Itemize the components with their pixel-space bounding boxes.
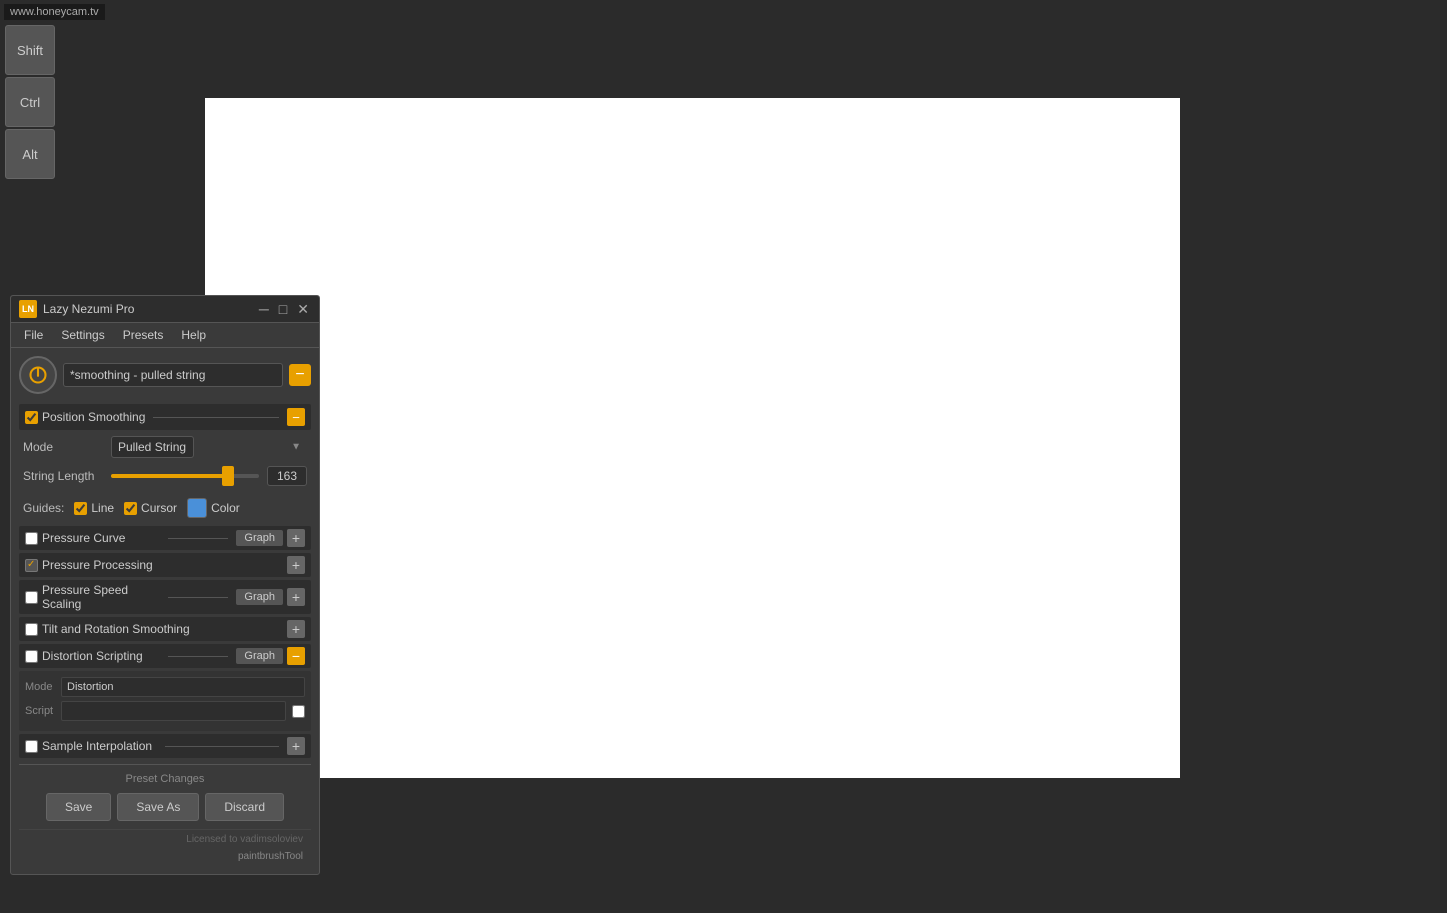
position-smoothing-label: Position Smoothing [42,410,145,424]
distortion-scripting-divider [168,656,228,657]
preset-minus-button[interactable]: − [289,364,311,386]
distortion-script-input[interactable] [61,701,286,721]
string-length-slider[interactable] [111,474,259,478]
tilt-rotation-smoothing-checkbox[interactable] [25,623,38,636]
panel-content: *smoothing - pulled string − Position Sm… [11,348,319,874]
sample-interpolation-row: Sample Interpolation + [19,734,311,758]
guide-line-label: Line [91,501,114,515]
menu-settings[interactable]: Settings [58,327,107,343]
menu-help[interactable]: Help [178,327,209,343]
guide-color-label: Color [211,501,240,515]
sample-interpolation-label: Sample Interpolation [42,739,157,753]
power-icon [28,365,48,385]
pressure-curve-expand-button[interactable]: + [287,529,305,547]
action-buttons: Save Save As Discard [19,793,311,821]
sample-interpolation-divider [165,746,280,747]
distortion-mode-row: Mode [25,677,305,697]
mode-select-arrow-icon: ▼ [291,442,301,453]
discard-button[interactable]: Discard [205,793,284,821]
distortion-mode-label: Mode [25,681,55,693]
distortion-scripting-graph-button[interactable]: Graph [236,648,283,664]
guide-cursor-checkbox[interactable] [124,502,137,515]
preset-row: *smoothing - pulled string − [19,356,311,394]
mode-select[interactable]: Pulled String [111,436,194,458]
menu-presets[interactable]: Presets [120,327,167,343]
watermark: www.honeycam.tv [4,4,105,20]
guide-color-swatch[interactable] [187,498,207,518]
pressure-curve-checkbox[interactable] [25,532,38,545]
pressure-processing-checkbox-checked [25,559,38,572]
preset-changes-section: Preset Changes Save Save As Discard [19,764,311,821]
distortion-script-label: Script [25,705,55,717]
menubar: File Settings Presets Help [11,323,319,348]
pressure-speed-scaling-row: Pressure Speed Scaling Graph + [19,580,311,614]
position-smoothing-checkbox[interactable] [25,411,38,424]
tilt-rotation-smoothing-label: Tilt and Rotation Smoothing [42,622,283,636]
pressure-curve-graph-button[interactable]: Graph [236,530,283,546]
distortion-scripting-label: Distortion Scripting [42,649,160,663]
canvas-area[interactable] [205,98,1180,778]
pressure-curve-divider [168,538,228,539]
distortion-scripting-checkbox[interactable] [25,650,38,663]
ctrl-button[interactable]: Ctrl [5,77,55,127]
panel-logo: LN [19,300,37,318]
save-button[interactable]: Save [46,793,111,821]
menu-file[interactable]: File [21,327,46,343]
sample-interpolation-checkbox[interactable] [25,740,38,753]
guide-color-item: Color [187,498,240,518]
tilt-rotation-smoothing-row: Tilt and Rotation Smoothing + [19,617,311,641]
mode-row: Mode Pulled String ▼ [19,436,311,458]
shift-button[interactable]: Shift [5,25,55,75]
pressure-speed-scaling-label: Pressure Speed Scaling [42,583,160,611]
mode-label: Mode [23,440,103,454]
position-smoothing-line [153,417,279,418]
pressure-speed-scaling-expand-button[interactable]: + [287,588,305,606]
panel-title-left: LN Lazy Nezumi Pro [19,300,134,318]
sample-interpolation-expand-button[interactable]: + [287,737,305,755]
panel-titlebar: LN Lazy Nezumi Pro ─ □ ✕ [11,296,319,323]
guide-line-item: Line [74,501,114,515]
string-length-row: String Length 163 [19,466,311,486]
preset-dropdown[interactable]: *smoothing - pulled string [63,363,283,387]
distortion-scripting-content: Mode Script [19,671,311,731]
mode-select-wrapper: Pulled String ▼ [111,436,307,458]
alt-button[interactable]: Alt [5,129,55,179]
power-button[interactable] [19,356,57,394]
pressure-processing-expand-button[interactable]: + [287,556,305,574]
distortion-scripting-row: Distortion Scripting Graph − [19,644,311,668]
main-panel: LN Lazy Nezumi Pro ─ □ ✕ File Settings P… [10,295,320,875]
guide-line-checkbox[interactable] [74,502,87,515]
panel-footer-tool: paintbrushTool [19,849,311,866]
tilt-rotation-smoothing-expand-button[interactable]: + [287,620,305,638]
string-length-value: 163 [267,466,307,486]
string-length-label: String Length [23,469,103,483]
position-smoothing-collapse-button[interactable]: − [287,408,305,426]
panel-footer-license: Licensed to vadimsoloviev [19,829,311,849]
guide-cursor-item: Cursor [124,501,177,515]
pressure-curve-label: Pressure Curve [42,531,160,545]
key-buttons-panel: Shift Ctrl Alt [5,25,55,179]
guides-label: Guides: [23,501,64,515]
distortion-script-row: Script [25,701,305,721]
position-smoothing-header: Position Smoothing − [19,404,311,430]
minimize-button[interactable]: ─ [257,302,271,316]
pressure-processing-row: Pressure Processing + [19,553,311,577]
guide-cursor-label: Cursor [141,501,177,515]
distortion-enabled-checkbox[interactable] [292,705,305,718]
pressure-curve-row: Pressure Curve Graph + [19,526,311,550]
distortion-scripting-collapse-button[interactable]: − [287,647,305,665]
preset-changes-label: Preset Changes [19,773,311,785]
titlebar-controls: ─ □ ✕ [257,302,311,316]
pressure-speed-scaling-checkbox[interactable] [25,591,38,604]
pressure-speed-scaling-divider [168,597,228,598]
pressure-processing-label: Pressure Processing [42,558,283,572]
close-button[interactable]: ✕ [295,302,311,316]
maximize-button[interactable]: □ [277,302,289,316]
panel-title-text: Lazy Nezumi Pro [43,302,134,316]
pressure-speed-scaling-graph-button[interactable]: Graph [236,589,283,605]
save-as-button[interactable]: Save As [117,793,199,821]
distortion-mode-input[interactable] [61,677,305,697]
guides-row: Guides: Line Cursor Color [19,494,311,526]
